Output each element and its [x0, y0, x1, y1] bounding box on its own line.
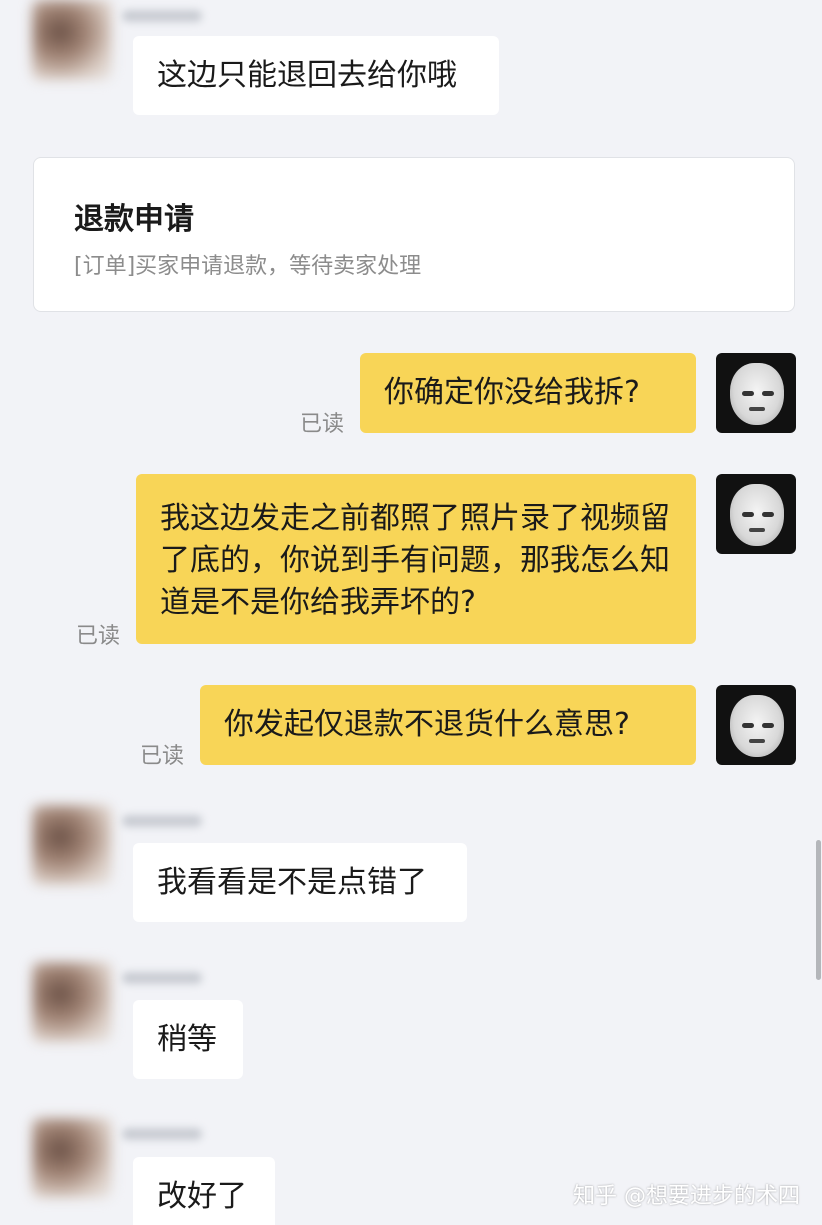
- contact-name-blurred: [122, 10, 202, 22]
- message-text: 你确定你没给我拆?: [384, 375, 640, 410]
- read-status: 已读: [140, 744, 185, 769]
- read-status: 已读: [76, 624, 121, 649]
- refund-card-title: 退款申请: [74, 202, 194, 237]
- eye-left: [742, 512, 754, 517]
- refund-card-description: [订单]买家申请退款，等待卖家处理: [74, 254, 422, 279]
- contact-avatar[interactable]: [32, 1118, 112, 1198]
- eye-right: [762, 723, 774, 728]
- meme-face-icon: [730, 484, 784, 546]
- eye-right: [762, 512, 774, 517]
- contact-name-blurred: [122, 1128, 202, 1140]
- self-avatar[interactable]: [716, 353, 796, 433]
- outgoing-message[interactable]: 我这边发走之前都照了照片录了视频留了底的，你说到手有问题，那我怎么知道是不是你给…: [136, 474, 696, 644]
- outgoing-message[interactable]: 你确定你没给我拆?: [360, 353, 696, 433]
- eye-left: [742, 723, 754, 728]
- self-avatar[interactable]: [716, 685, 796, 765]
- meme-face-icon: [730, 363, 784, 425]
- contact-avatar[interactable]: [32, 805, 112, 885]
- message-text: 这边只能退回去给你哦: [157, 58, 457, 93]
- message-text: 改好了: [157, 1179, 247, 1214]
- incoming-message[interactable]: 改好了: [133, 1157, 275, 1225]
- incoming-message[interactable]: 这边只能退回去给你哦: [133, 36, 499, 115]
- message-text: 我这边发走之前都照了照片录了视频留了底的，你说到手有问题，那我怎么知道是不是你给…: [160, 501, 670, 620]
- contact-name-blurred: [122, 815, 202, 827]
- message-text: 你发起仅退款不退货什么意思?: [224, 707, 630, 742]
- outgoing-message[interactable]: 你发起仅退款不退货什么意思?: [200, 685, 696, 765]
- refund-request-card[interactable]: 退款申请 [订单]买家申请退款，等待卖家处理: [33, 157, 795, 312]
- mouth: [749, 739, 765, 743]
- mouth: [749, 407, 765, 411]
- scrollbar[interactable]: [816, 840, 821, 980]
- watermark: 知乎 @想要进步的术四: [573, 1184, 800, 1209]
- contact-name-blurred: [122, 972, 202, 984]
- message-text: 稍等: [157, 1022, 217, 1057]
- incoming-message[interactable]: 稍等: [133, 1000, 243, 1079]
- contact-avatar[interactable]: [32, 0, 112, 80]
- message-text: 我看看是不是点错了: [157, 865, 427, 900]
- read-status: 已读: [300, 412, 345, 437]
- eye-right: [762, 391, 774, 396]
- incoming-message[interactable]: 我看看是不是点错了: [133, 843, 467, 922]
- meme-face-icon: [730, 695, 784, 757]
- contact-avatar[interactable]: [32, 962, 112, 1042]
- mouth: [749, 528, 765, 532]
- self-avatar[interactable]: [716, 474, 796, 554]
- eye-left: [742, 391, 754, 396]
